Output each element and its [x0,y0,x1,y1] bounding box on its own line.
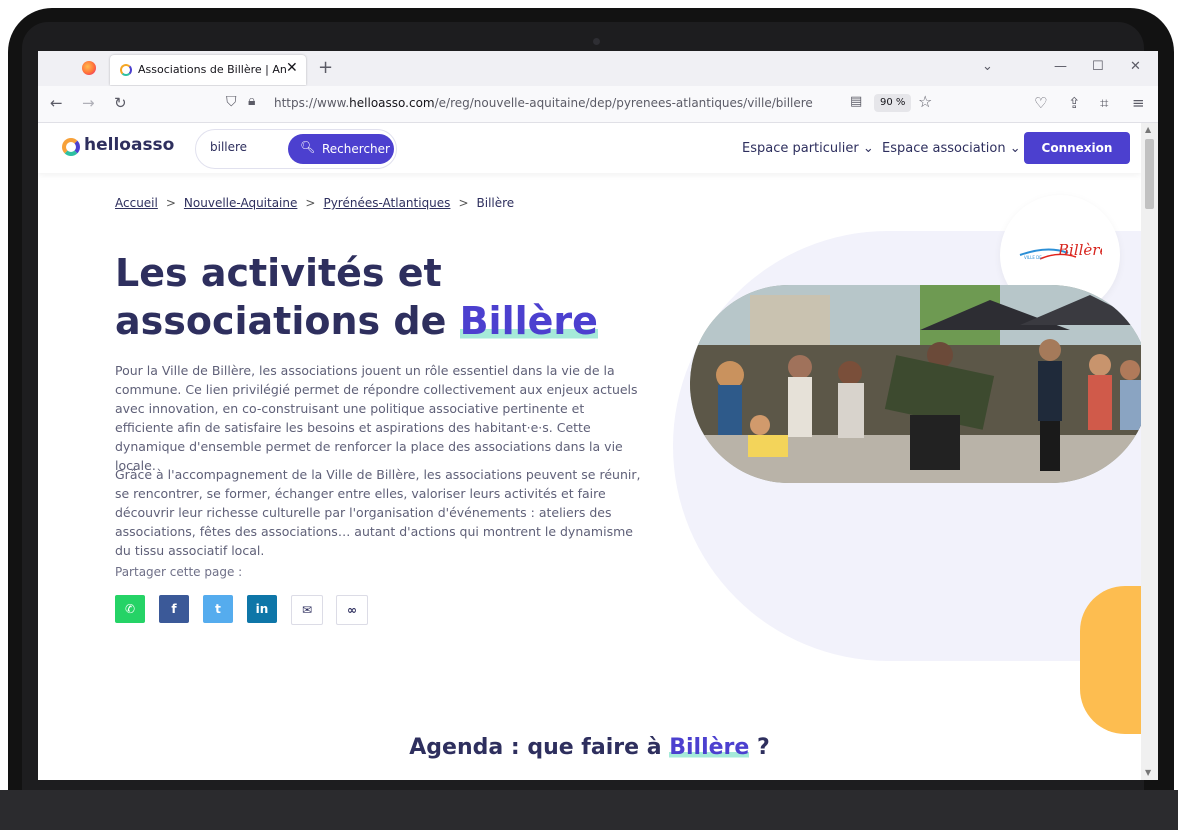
maximize-icon[interactable]: ☐ [1092,59,1104,74]
link-icon: ∞ [347,603,357,617]
chevron-down-icon: ⌄ [862,141,874,156]
search-icon: 🔍︎ [300,140,316,154]
intro-paragraph-1: Pour la Ville de Billère, les associatio… [115,363,638,473]
chevron-down-icon: ⌄ [1009,141,1021,156]
share-twitter-button[interactable]: t [203,595,233,623]
close-window-icon[interactable]: ✕ [1130,59,1141,74]
back-icon[interactable]: ← [50,94,63,112]
reload-icon[interactable]: ↻ [114,94,127,112]
connexion-button[interactable]: Connexion [1024,132,1130,164]
extensions-icon[interactable]: ⌗ [1100,94,1108,112]
share-whatsapp-button[interactable]: ✆ [115,595,145,623]
page-title: Les activités et associations de Billère [115,249,655,345]
city-logo-small-text: VILLE DE [1024,255,1042,260]
web-page: helloasso 🔍︎ Rechercher Espace particuli… [38,123,1141,780]
site-logo[interactable]: helloasso [84,135,174,155]
facebook-icon: f [171,602,177,616]
url-text[interactable]: https://www.helloasso.com/e/reg/nouvelle… [274,96,813,110]
menu-label: Espace association [882,141,1006,156]
menu-espace-association[interactable]: Espace association ⌄ [882,141,1021,156]
share-linkedin-button[interactable]: in [247,595,277,623]
share-facebook-button[interactable]: f [159,595,189,623]
share-icon[interactable]: ⇪ [1068,94,1081,112]
minimize-icon[interactable]: — [1054,59,1067,74]
navigation-bar: ← → ↻ ⛉ 🔒︎ https://www.helloasso.com/e/r… [38,86,1158,123]
scroll-down-icon[interactable]: ▼ [1145,768,1151,777]
title-line-1: Les activités et [115,251,442,295]
orange-shape [1080,586,1141,734]
linkedin-icon: in [255,602,269,616]
browser-tab[interactable]: Associations de Billère | Annuaire ✕ [110,55,306,85]
menu-icon[interactable]: ≡ [1132,94,1145,112]
lock-icon[interactable]: 🔒︎ [248,93,255,109]
share-label: Partager cette page : [115,565,243,579]
menu-espace-particulier[interactable]: Espace particulier ⌄ [742,141,874,156]
site-header: helloasso 🔍︎ Rechercher Espace particuli… [38,123,1141,173]
agenda-highlight: Billère [669,735,750,760]
title-highlight: Billère [459,299,598,343]
search-button-label: Rechercher [322,142,390,156]
zoom-level[interactable]: 90 % [874,94,912,112]
breadcrumb-department[interactable]: Pyrénées-Atlantiques [323,196,450,210]
webcam [593,38,600,45]
menu-label: Espace particulier [742,141,859,156]
forward-icon[interactable]: → [82,94,95,112]
firefox-icon[interactable] [82,61,96,75]
breadcrumb: Accueil > Nouvelle-Aquitaine > Pyrénées-Atla… [115,196,514,210]
breadcrumb-separator: > [165,196,176,210]
reader-view-icon[interactable]: ▤ [850,94,862,109]
agenda-heading: Agenda : que faire à Billère ? [38,735,1141,760]
scrollbar-thumb[interactable] [1145,139,1154,209]
hero-photo [690,285,1141,483]
breadcrumb-current: Billère [476,196,515,210]
tab-bar: Associations de Billère | Annuaire ✕ + ⌄… [38,51,1158,86]
search-input[interactable] [210,140,280,154]
close-tab-icon[interactable]: ✕ [286,60,298,76]
event-photo-image [690,285,1141,483]
search-bar: 🔍︎ Rechercher [195,129,397,169]
city-logo-text: Billère [1057,241,1102,259]
scroll-up-icon[interactable]: ▲ [1145,125,1151,134]
breadcrumb-separator: > [305,196,316,210]
search-button[interactable]: 🔍︎ Rechercher [288,134,394,164]
copy-link-button[interactable]: ∞ [336,595,368,625]
pocket-icon[interactable]: ♡ [1034,94,1047,112]
laptop-bottom-bezel [0,790,1178,830]
breadcrumb-region[interactable]: Nouvelle-Aquitaine [184,196,297,210]
page-scrollbar[interactable]: ▲ ▼ [1141,123,1158,780]
email-icon: ✉ [301,603,313,617]
ville-de-billere-logo: VILLE DE Billère [1019,241,1102,260]
chevron-down-icon[interactable]: ⌄ [982,59,993,74]
url-bar[interactable]: ⛉ 🔒︎ https://www.helloasso.com/e/reg/nou… [218,91,948,117]
agenda-prefix: Agenda : que faire à [409,735,662,760]
whatsapp-icon: ✆ [124,602,136,616]
tab-title: Associations de Billère | Annuaire [138,63,286,76]
helloasso-favicon-icon [120,64,132,76]
helloasso-logo-icon[interactable] [62,138,80,156]
bookmark-star-icon[interactable]: ☆ [918,92,932,111]
share-email-button[interactable]: ✉ [291,595,323,625]
shield-icon[interactable]: ⛉ [226,94,237,110]
breadcrumb-separator: > [458,196,469,210]
twitter-icon: t [215,602,221,616]
intro-paragraph-2: Grâce à l'accompagnement de la Ville de … [115,467,641,558]
breadcrumb-home[interactable]: Accueil [115,196,158,210]
title-line-2: associations de [115,299,447,343]
browser-window: Associations de Billère | Annuaire ✕ + ⌄… [38,51,1158,780]
agenda-suffix: ? [756,735,770,760]
new-tab-icon[interactable]: + [318,57,333,78]
